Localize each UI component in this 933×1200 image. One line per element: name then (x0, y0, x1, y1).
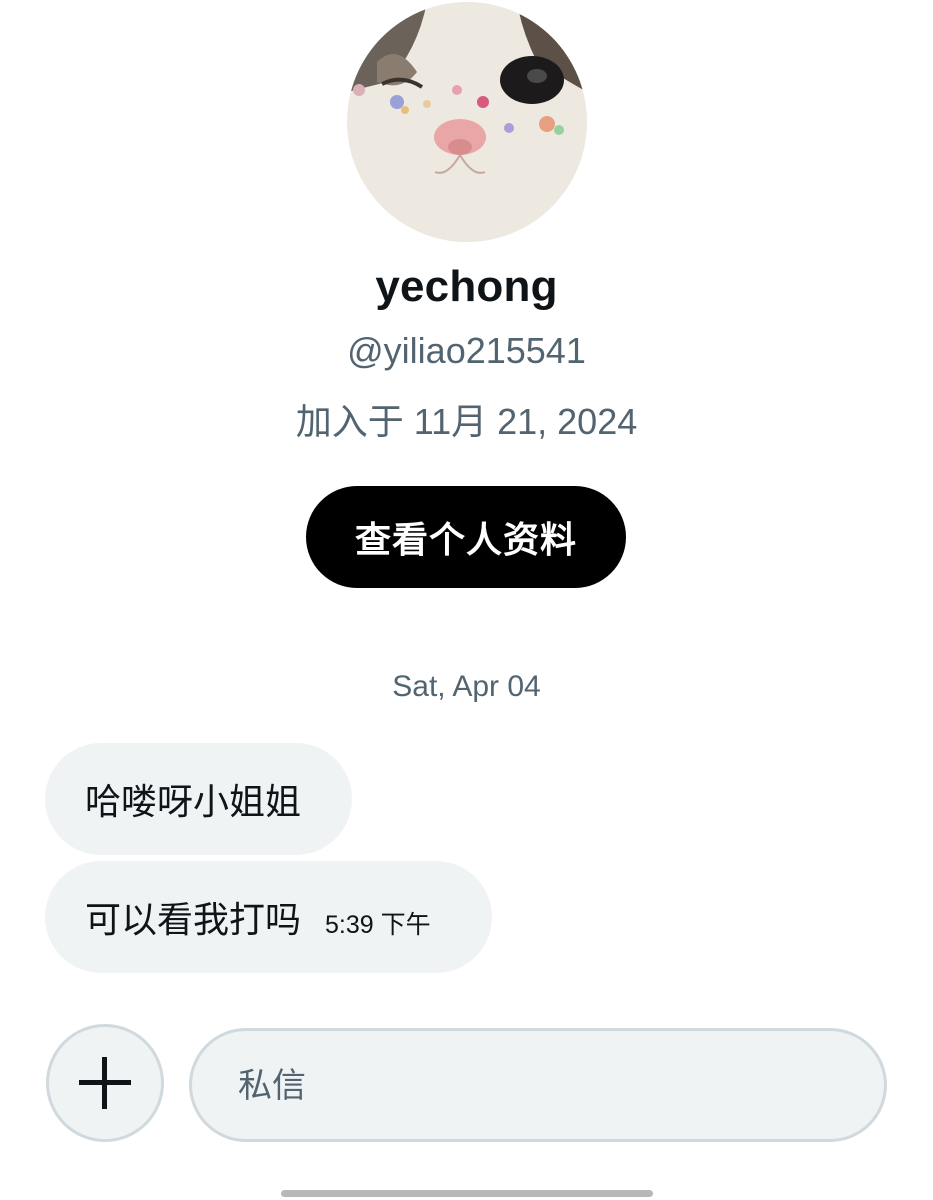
add-media-button[interactable] (46, 1024, 164, 1142)
message-bubble[interactable]: 哈喽呀小姐姐 (45, 743, 352, 855)
message-text: 可以看我打吗 (85, 899, 302, 940)
message-text: 哈喽呀小姐姐 (85, 781, 302, 822)
cat-avatar-image (347, 2, 587, 242)
date-separator: Sat, Apr 04 (392, 670, 541, 703)
home-indicator[interactable] (281, 1190, 653, 1197)
plus-icon (79, 1057, 131, 1109)
message-timestamp: 5:39 下午 (325, 911, 431, 939)
dm-input[interactable] (236, 1031, 840, 1141)
user-handle: @yiliao215541 (347, 330, 586, 371)
display-name: yechong (375, 262, 558, 311)
message-bubble[interactable]: 可以看我打吗 5:39 下午 (45, 861, 492, 973)
joined-date: 加入于 11月 21, 2024 (295, 401, 638, 442)
dm-composer (189, 1028, 887, 1142)
avatar[interactable] (347, 2, 587, 242)
view-profile-button[interactable]: 查看个人资料 (306, 486, 626, 588)
